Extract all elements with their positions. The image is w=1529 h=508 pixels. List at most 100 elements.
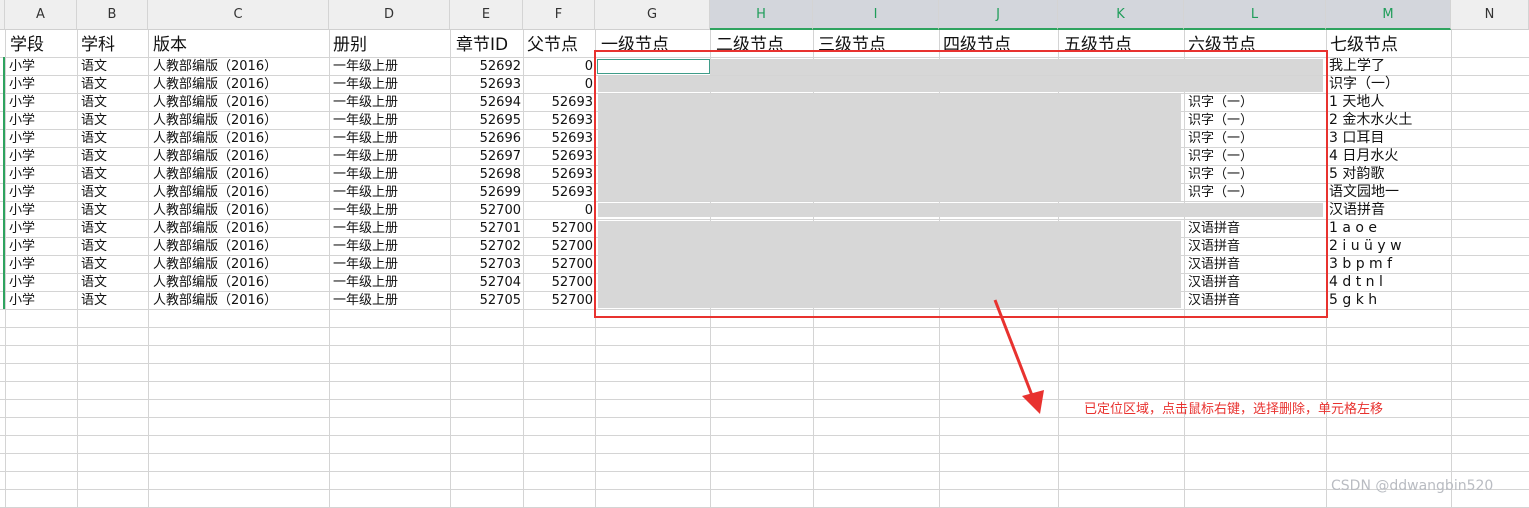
data-cell[interactable]: 小学 bbox=[9, 274, 35, 291]
data-cell[interactable]: 一年级上册 bbox=[333, 166, 398, 183]
chapter-id-cell[interactable]: 52704 bbox=[452, 274, 521, 291]
level7-cell[interactable]: 3 b p m f bbox=[1329, 256, 1392, 273]
data-cell[interactable]: 语文 bbox=[81, 76, 107, 93]
data-cell[interactable]: 人教部编版（2016） bbox=[153, 148, 277, 165]
chapter-id-cell[interactable]: 52701 bbox=[452, 220, 521, 237]
data-cell[interactable]: 语文 bbox=[81, 112, 107, 129]
header-cell[interactable]: 册别 bbox=[333, 32, 367, 58]
data-cell[interactable]: 语文 bbox=[81, 202, 107, 219]
level7-cell[interactable]: 2 金木水火土 bbox=[1329, 112, 1412, 129]
parent-node-cell[interactable]: 52693 bbox=[525, 166, 593, 183]
data-cell[interactable]: 小学 bbox=[9, 112, 35, 129]
column-header-m[interactable]: M bbox=[1326, 0, 1451, 30]
parent-node-cell[interactable]: 52700 bbox=[525, 220, 593, 237]
column-header-d[interactable]: D bbox=[329, 0, 450, 30]
column-header-j[interactable]: J bbox=[939, 0, 1058, 30]
column-header-g[interactable]: G bbox=[595, 0, 710, 30]
chapter-id-cell[interactable]: 52692 bbox=[452, 58, 521, 75]
data-cell[interactable]: 一年级上册 bbox=[333, 274, 398, 291]
data-cell[interactable]: 语文 bbox=[81, 130, 107, 147]
data-cell[interactable]: 一年级上册 bbox=[333, 58, 398, 75]
data-cell[interactable]: 一年级上册 bbox=[333, 220, 398, 237]
chapter-id-cell[interactable]: 52696 bbox=[452, 130, 521, 147]
data-cell[interactable]: 小学 bbox=[9, 58, 35, 75]
data-cell[interactable]: 人教部编版（2016） bbox=[153, 166, 277, 183]
parent-node-cell[interactable]: 52693 bbox=[525, 112, 593, 129]
data-cell[interactable]: 人教部编版（2016） bbox=[153, 256, 277, 273]
column-header-l[interactable]: L bbox=[1184, 0, 1326, 30]
data-cell[interactable]: 语文 bbox=[81, 166, 107, 183]
level7-cell[interactable]: 4 d t n l bbox=[1329, 274, 1383, 291]
column-header-c[interactable]: C bbox=[148, 0, 329, 30]
chapter-id-cell[interactable]: 52697 bbox=[452, 148, 521, 165]
level7-cell[interactable]: 3 口耳目 bbox=[1329, 130, 1384, 147]
data-cell[interactable]: 一年级上册 bbox=[333, 292, 398, 309]
data-cell[interactable]: 小学 bbox=[9, 292, 35, 309]
data-cell[interactable]: 人教部编版（2016） bbox=[153, 58, 277, 75]
chapter-id-cell[interactable]: 52694 bbox=[452, 94, 521, 111]
data-cell[interactable]: 小学 bbox=[9, 202, 35, 219]
level7-cell[interactable]: 4 日月水火 bbox=[1329, 148, 1398, 165]
column-header-b[interactable]: B bbox=[77, 0, 148, 30]
data-cell[interactable]: 小学 bbox=[9, 166, 35, 183]
chapter-id-cell[interactable]: 52703 bbox=[452, 256, 521, 273]
header-cell[interactable]: 学段 bbox=[10, 32, 44, 58]
data-cell[interactable]: 人教部编版（2016） bbox=[153, 130, 277, 147]
header-cell[interactable]: 章节ID bbox=[456, 32, 508, 58]
parent-node-cell[interactable]: 52693 bbox=[525, 94, 593, 111]
data-cell[interactable]: 人教部编版（2016） bbox=[153, 94, 277, 111]
data-cell[interactable]: 语文 bbox=[81, 256, 107, 273]
parent-node-cell[interactable]: 52693 bbox=[525, 130, 593, 147]
level7-cell[interactable]: 5 对韵歌 bbox=[1329, 166, 1384, 183]
level7-cell[interactable]: 2 i u ü y w bbox=[1329, 238, 1402, 255]
data-cell[interactable]: 人教部编版（2016） bbox=[153, 274, 277, 291]
data-cell[interactable]: 人教部编版（2016） bbox=[153, 76, 277, 93]
data-cell[interactable]: 小学 bbox=[9, 256, 35, 273]
data-cell[interactable]: 语文 bbox=[81, 238, 107, 255]
parent-node-cell[interactable]: 52693 bbox=[525, 184, 593, 201]
level7-cell[interactable]: 1 a o e bbox=[1329, 220, 1377, 237]
chapter-id-cell[interactable]: 52693 bbox=[452, 76, 521, 93]
header-cell[interactable]: 学科 bbox=[81, 32, 115, 58]
header-cell[interactable]: 版本 bbox=[153, 32, 187, 58]
column-header-i[interactable]: I bbox=[813, 0, 939, 30]
data-cell[interactable]: 一年级上册 bbox=[333, 184, 398, 201]
level7-cell[interactable]: 我上学了 bbox=[1329, 58, 1385, 75]
data-cell[interactable]: 人教部编版（2016） bbox=[153, 184, 277, 201]
data-cell[interactable]: 语文 bbox=[81, 292, 107, 309]
parent-node-cell[interactable]: 52700 bbox=[525, 292, 593, 309]
level7-cell[interactable]: 汉语拼音 bbox=[1329, 202, 1385, 219]
data-cell[interactable]: 语文 bbox=[81, 58, 107, 75]
column-header-h[interactable]: H bbox=[710, 0, 813, 30]
data-cell[interactable]: 小学 bbox=[9, 76, 35, 93]
parent-node-cell[interactable]: 0 bbox=[525, 76, 593, 93]
data-cell[interactable]: 一年级上册 bbox=[333, 238, 398, 255]
data-cell[interactable]: 人教部编版（2016） bbox=[153, 220, 277, 237]
data-cell[interactable]: 一年级上册 bbox=[333, 148, 398, 165]
parent-node-cell[interactable]: 52700 bbox=[525, 274, 593, 291]
data-cell[interactable]: 人教部编版（2016） bbox=[153, 238, 277, 255]
chapter-id-cell[interactable]: 52702 bbox=[452, 238, 521, 255]
column-header-e[interactable]: E bbox=[450, 0, 523, 30]
parent-node-cell[interactable]: 52693 bbox=[525, 148, 593, 165]
data-cell[interactable]: 语文 bbox=[81, 274, 107, 291]
data-cell[interactable]: 一年级上册 bbox=[333, 256, 398, 273]
spreadsheet[interactable]: A B C D E F G H I J K L M N 学段 学科 版本 册别 章节ID 父节点 一级节点 二级节点 三级节… bbox=[0, 0, 1529, 508]
parent-node-cell[interactable]: 52700 bbox=[525, 238, 593, 255]
level7-cell[interactable]: 语文园地一 bbox=[1329, 184, 1399, 201]
data-cell[interactable]: 语文 bbox=[81, 184, 107, 201]
data-cell[interactable]: 语文 bbox=[81, 220, 107, 237]
data-cell[interactable]: 一年级上册 bbox=[333, 130, 398, 147]
header-cell[interactable]: 父节点 bbox=[527, 32, 578, 58]
data-cell[interactable]: 一年级上册 bbox=[333, 202, 398, 219]
data-cell[interactable]: 一年级上册 bbox=[333, 76, 398, 93]
chapter-id-cell[interactable]: 52700 bbox=[452, 202, 521, 219]
level7-cell[interactable]: 1 天地人 bbox=[1329, 94, 1384, 111]
column-header-n[interactable]: N bbox=[1451, 0, 1529, 30]
column-header-k[interactable]: K bbox=[1058, 0, 1184, 30]
data-cell[interactable]: 小学 bbox=[9, 220, 35, 237]
chapter-id-cell[interactable]: 52698 bbox=[452, 166, 521, 183]
data-cell[interactable]: 小学 bbox=[9, 148, 35, 165]
data-cell[interactable]: 人教部编版（2016） bbox=[153, 202, 277, 219]
column-header-f[interactable]: F bbox=[523, 0, 595, 30]
